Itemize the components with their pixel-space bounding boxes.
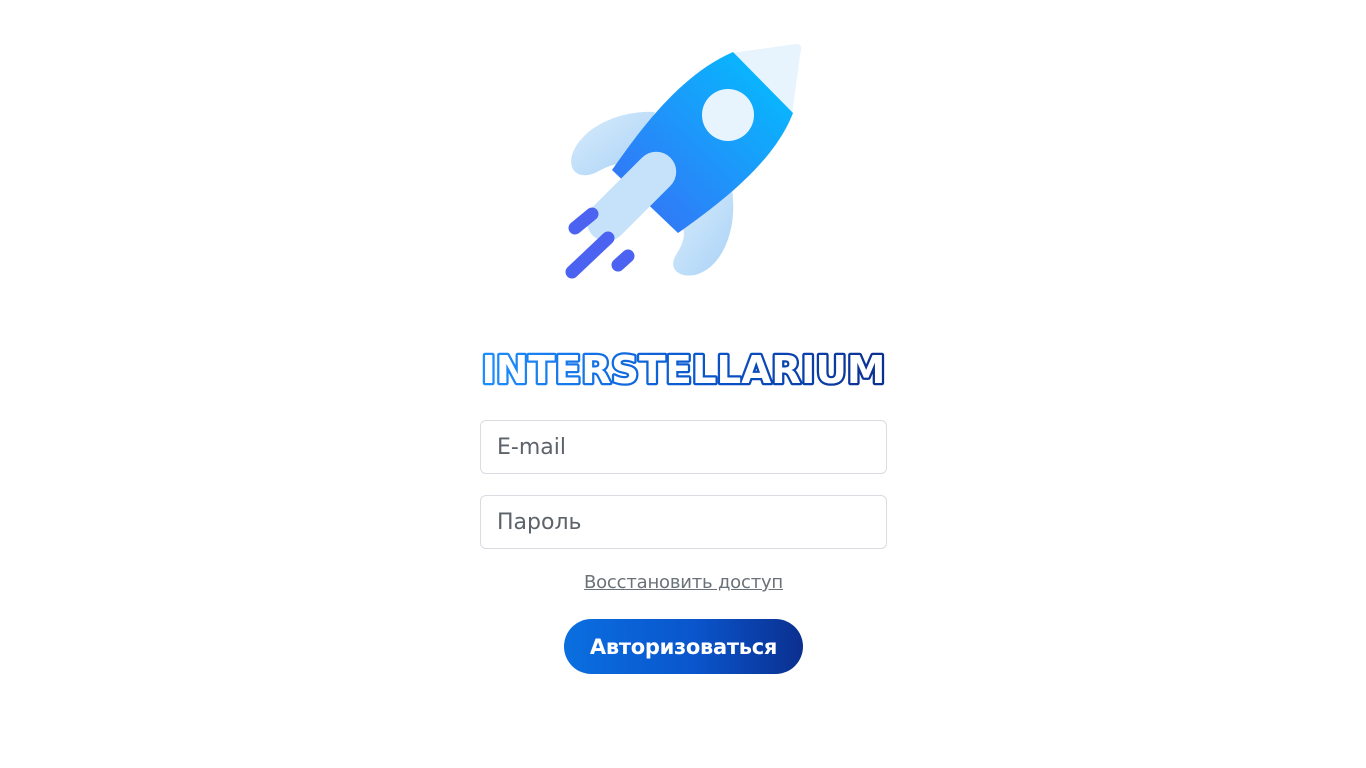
password-field[interactable] xyxy=(480,495,887,549)
email-field[interactable] xyxy=(480,420,887,474)
rocket-icon xyxy=(565,44,802,279)
login-button[interactable]: Авторизоваться xyxy=(564,619,803,674)
restore-access-link[interactable]: Восстановить доступ xyxy=(480,572,887,593)
login-page: INTERSTELLARIUM Восстановить доступ Авто… xyxy=(0,0,1366,768)
brand-logo-text: INTERSTELLARIUM xyxy=(482,348,886,390)
brand-logo: INTERSTELLARIUM xyxy=(480,346,887,390)
